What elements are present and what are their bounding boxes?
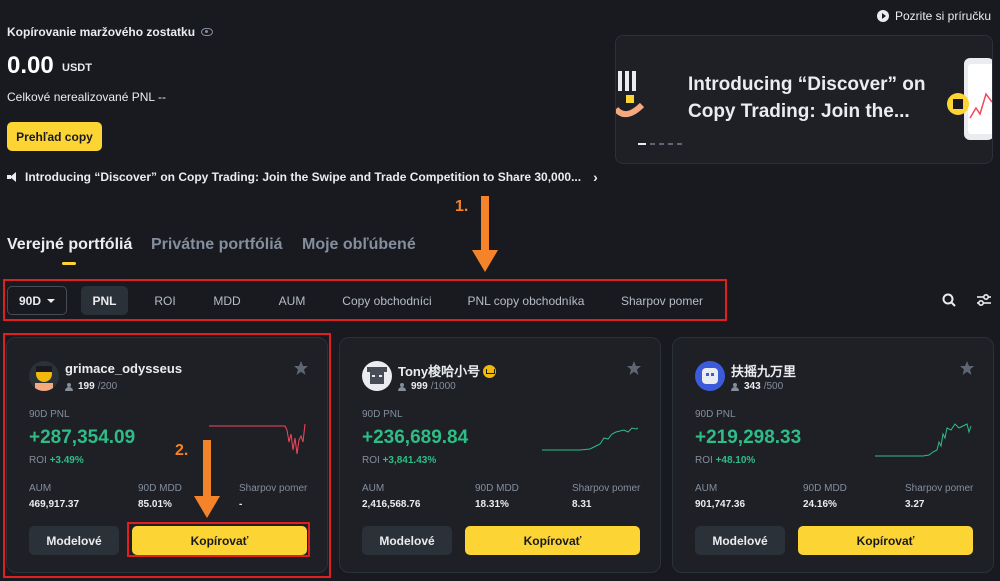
search-icon[interactable]: [942, 293, 956, 307]
eye-icon[interactable]: [201, 28, 214, 36]
copy-button[interactable]: Kopírovať: [465, 526, 640, 555]
mdd-value: 18.31%: [475, 499, 509, 510]
carousel-dot[interactable]: [677, 143, 682, 145]
follower-count: 999/1000: [398, 381, 456, 392]
sharpe-label: Sharpov pomer: [905, 483, 974, 494]
margin-balance-unit: USDT: [62, 62, 92, 74]
banner-illustration-left: [616, 71, 645, 118]
margin-balance-label: Kopírovanie maržového zostatku: [7, 25, 214, 39]
aum-label: AUM: [362, 483, 385, 494]
promo-banner[interactable]: Introducing “Discover” on Copy Trading: …: [615, 35, 993, 164]
pnl-sparkline: [542, 427, 639, 451]
trader-avatar: [695, 361, 725, 391]
annotation-step-1: 1.: [455, 198, 469, 215]
announcement-link[interactable]: Introducing “Discover” on Copy Trading: …: [7, 169, 598, 185]
pnl-value: +219,298.33: [695, 427, 802, 448]
star-icon[interactable]: [959, 360, 975, 376]
trader-name[interactable]: 扶摇九万里: [731, 361, 796, 380]
annotation-arrow-down: [194, 440, 220, 518]
people-icon: [398, 382, 408, 391]
aum-label: AUM: [695, 483, 718, 494]
sharpe-value: 8.31: [572, 499, 592, 510]
trader-avatar: [362, 361, 392, 391]
tab-public-portfolios[interactable]: Verejné portfóliá: [7, 236, 132, 254]
play-icon: [877, 10, 889, 22]
pnl-label: 90D PNL: [362, 409, 403, 420]
tab-private-portfolios[interactable]: Privátne portfóliá: [151, 236, 283, 254]
copy-button[interactable]: Kopírovať: [798, 526, 973, 555]
roi: ROI +3,841.43%: [362, 455, 437, 466]
carousel-dot[interactable]: [638, 143, 646, 145]
trader-card[interactable]: Tony梭哈小号 999/1000 90D PNL +236,689.84 RO…: [339, 337, 661, 573]
mdd-label: 90D MDD: [803, 483, 847, 494]
banner-illustration-right: [947, 58, 992, 140]
mdd-label: 90D MDD: [475, 483, 519, 494]
annotation-step-2: 2.: [175, 442, 189, 459]
pnl-value: +236,689.84: [362, 427, 469, 448]
people-icon: [731, 382, 741, 391]
speaker-icon: [7, 172, 19, 182]
crown-badge-icon: [483, 365, 497, 378]
follower-count: 343/500: [731, 381, 783, 392]
trader-name[interactable]: Tony梭哈小号: [398, 361, 497, 380]
copy-overview-button[interactable]: Prehľad copy: [7, 122, 102, 151]
guide-link[interactable]: Pozrite si príručku: [877, 9, 991, 23]
carousel-dot[interactable]: [659, 143, 664, 145]
margin-balance-value: 0.00: [7, 52, 54, 79]
banner-title: Introducing “Discover” on Copy Trading: …: [688, 74, 926, 122]
aum-value: 2,416,568.76: [362, 499, 421, 510]
annotation-arrow-down: [472, 196, 498, 272]
tab-favorites[interactable]: Moje obľúbené: [302, 236, 416, 254]
mdd-value: 24.16%: [803, 499, 837, 510]
pnl-sparkline: [875, 423, 972, 457]
chevron-right-icon: ›: [593, 169, 598, 185]
filter-settings-icon[interactable]: [976, 293, 992, 307]
sharpe-value: 3.27: [905, 499, 925, 510]
pnl-label: 90D PNL: [695, 409, 736, 420]
sharpe-label: Sharpov pomer: [572, 483, 641, 494]
star-icon[interactable]: [626, 360, 642, 376]
trader-card[interactable]: 扶摇九万里 343/500 90D PNL +219,298.33 ROI +4…: [672, 337, 994, 573]
annotation-filter-highlight: [3, 279, 727, 321]
active-tab-indicator: [62, 262, 76, 265]
unrealized-pnl: Celkové nerealizované PNL --: [7, 90, 166, 104]
aum-value: 901,747.36: [695, 499, 746, 510]
roi: ROI +48.10%: [695, 455, 756, 466]
carousel-dots[interactable]: [638, 143, 682, 145]
annotation-copy-button-highlight: [127, 522, 310, 557]
model-button[interactable]: Modelové: [362, 526, 452, 555]
carousel-dot[interactable]: [650, 143, 655, 145]
carousel-dot[interactable]: [668, 143, 673, 145]
model-button[interactable]: Modelové: [695, 526, 785, 555]
